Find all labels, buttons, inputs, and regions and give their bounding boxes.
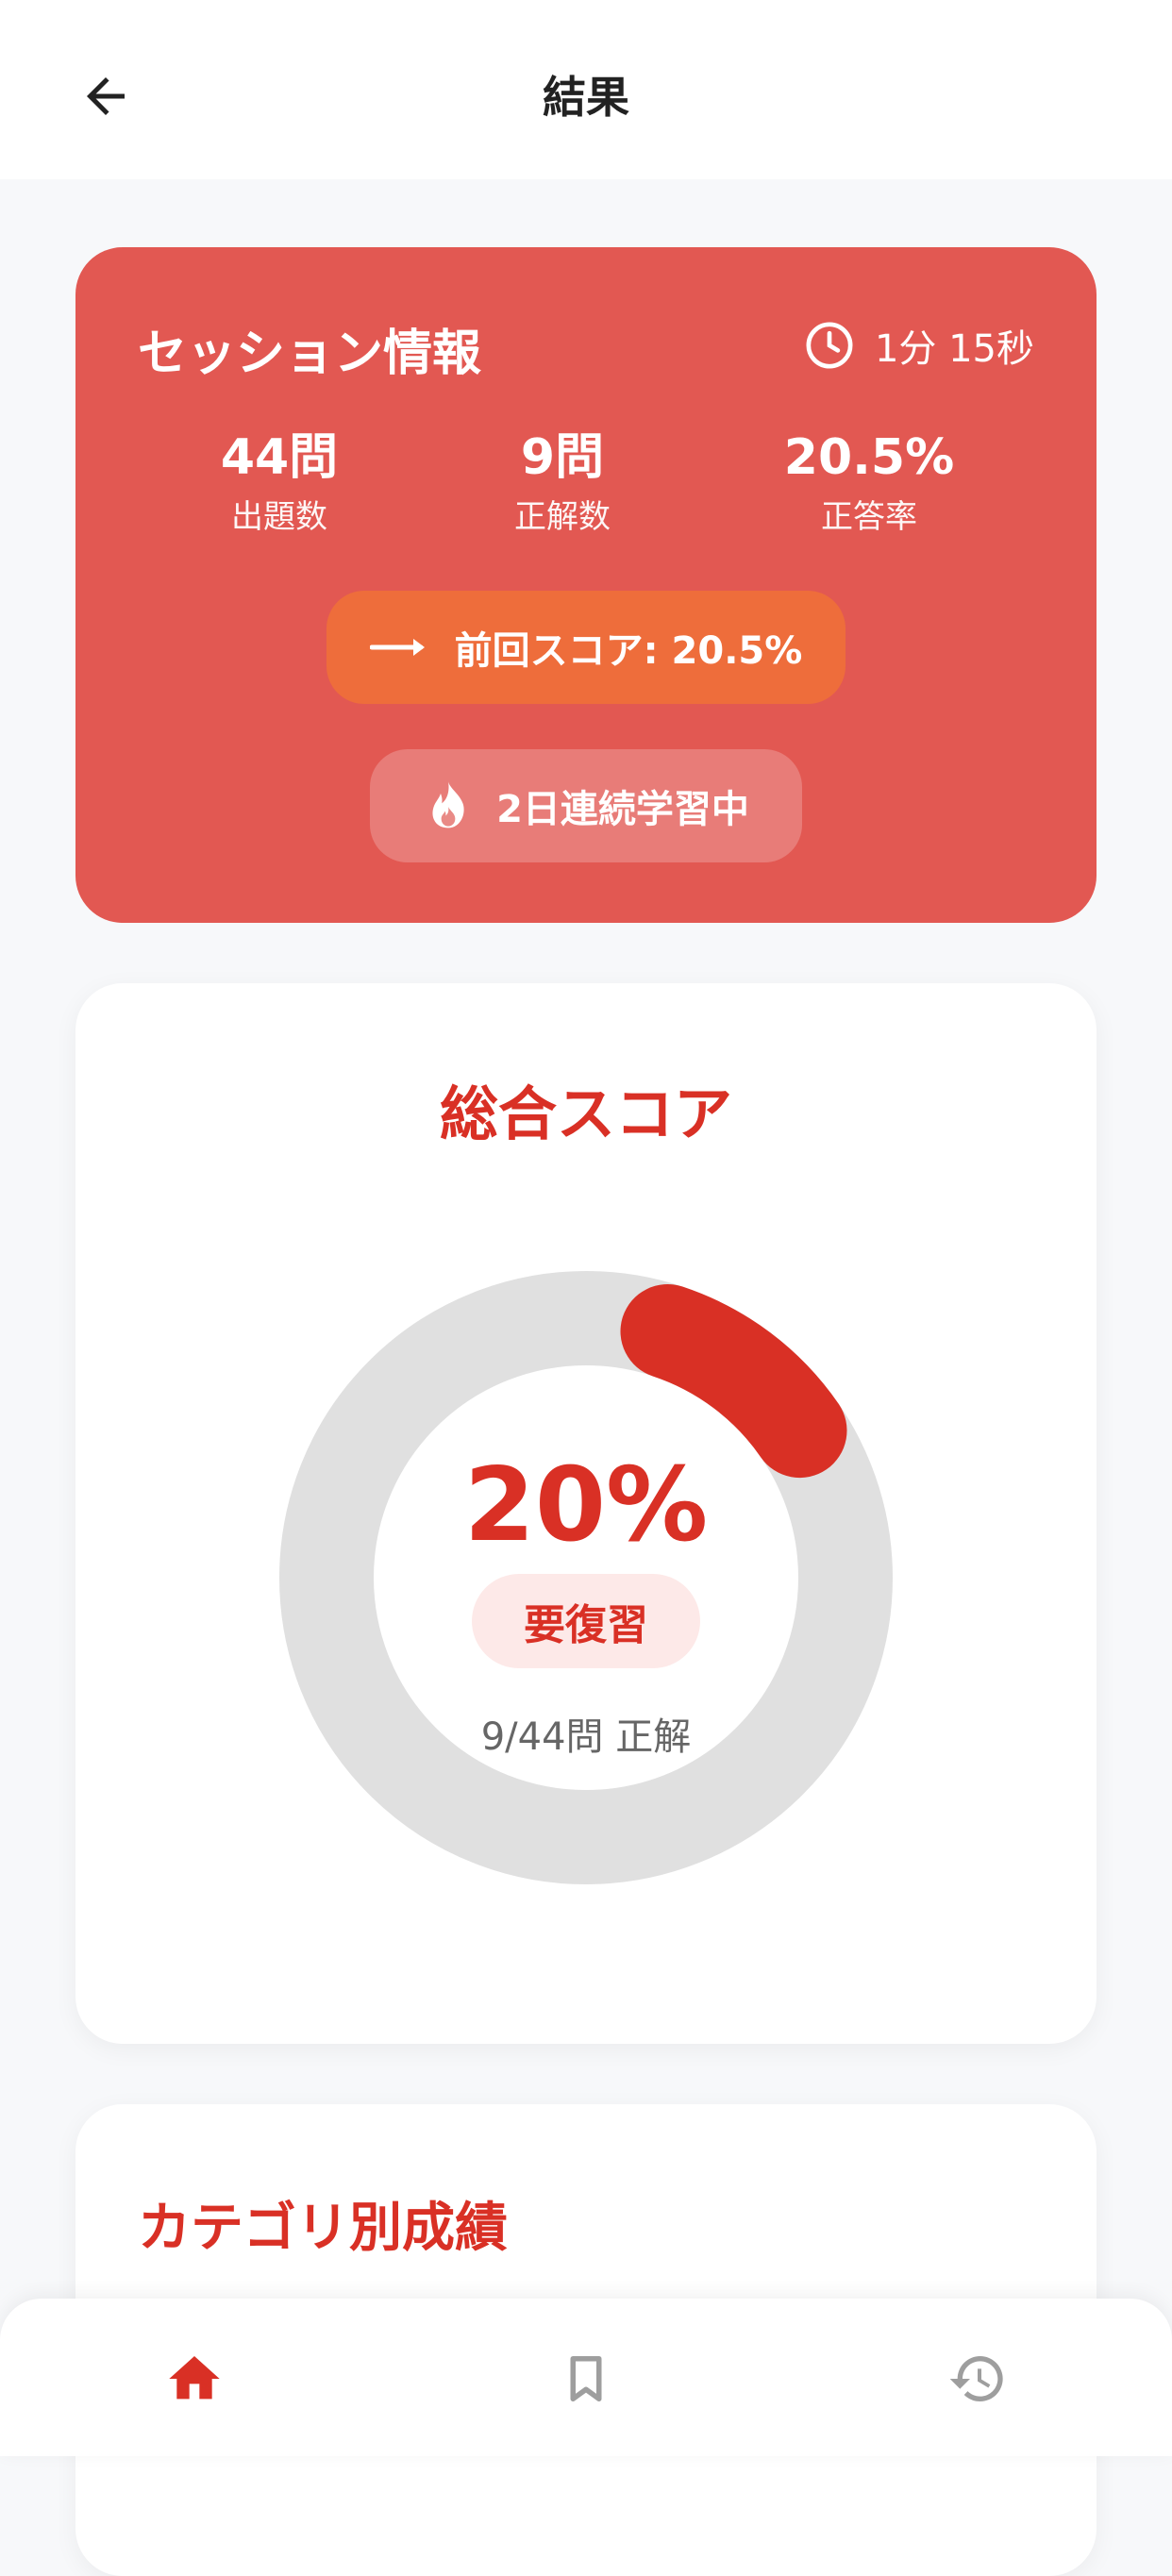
home-icon <box>169 2356 220 2400</box>
back-button[interactable] <box>66 57 145 136</box>
gauge-progress-arc <box>620 1284 847 1479</box>
streak-text: 2日連続学習中 <box>496 788 749 831</box>
session-info-card: セッション情報 1分 15秒 44問 出題数 9問 正解数 20.5% 正答率 … <box>75 247 1097 923</box>
nav-home[interactable] <box>142 2327 246 2431</box>
category-title: カテゴリ別成績 <box>138 2198 508 2259</box>
bottom-navigation <box>0 2299 1172 2456</box>
overall-score-card: 総合スコア 20% 要復習 9/44問 正解 <box>75 983 1097 2044</box>
session-duration: 1分 15秒 <box>803 318 1034 373</box>
nav-bookmarks[interactable] <box>534 2327 638 2431</box>
previous-score-text: 前回スコア: 20.5% <box>454 629 803 673</box>
arrow-left-icon <box>87 77 125 115</box>
previous-score-pill: 前回スコア: 20.5% <box>326 591 846 704</box>
score-percent: 20% <box>463 1447 709 1564</box>
duration-text: 1分 15秒 <box>874 327 1034 371</box>
status-badge: 要復習 <box>472 1574 700 1668</box>
correct-summary: 9/44問 正解 <box>480 1715 692 1759</box>
page-title: 結果 <box>543 72 629 123</box>
app-bar: 結果 <box>0 0 1172 179</box>
stat-label: 正答率 <box>821 498 917 537</box>
stat-value: 20.5% <box>783 429 955 486</box>
stat-label: 出題数 <box>231 498 327 537</box>
fire-icon <box>432 781 464 828</box>
stat-value: 44問 <box>220 429 339 486</box>
stat-questions: 44問 出題数 <box>138 429 421 537</box>
stat-accuracy: 20.5% 正答率 <box>728 429 1011 537</box>
stat-value: 9問 <box>520 429 605 486</box>
stat-label: 正解数 <box>514 498 611 537</box>
bookmark-icon <box>570 2356 602 2401</box>
session-title: セッション情報 <box>138 326 482 382</box>
clock-icon <box>806 322 853 369</box>
score-title: 総合スコア <box>439 1079 732 1148</box>
nav-history[interactable] <box>926 2327 1030 2431</box>
stat-correct: 9問 正解数 <box>421 429 704 537</box>
streak-pill: 2日連続学習中 <box>370 749 802 862</box>
history-icon <box>949 2356 1003 2401</box>
arrow-right-icon <box>369 639 425 656</box>
